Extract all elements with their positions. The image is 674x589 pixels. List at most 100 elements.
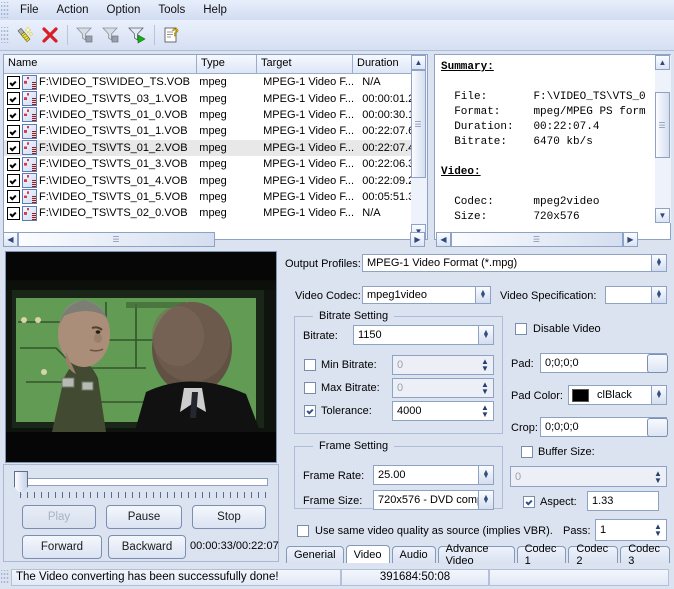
table-row[interactable]: F:\VIDEO_TS\VTS_03_1.VOB mpeg MPEG-1 Video… bbox=[4, 90, 427, 107]
frame-rate-combo[interactable]: 25.00 ▲ ▼ bbox=[373, 465, 494, 485]
menu-option[interactable]: Option bbox=[98, 2, 150, 18]
settings-tabs[interactable]: Generial Video Audio Advance Video Codec 1 Co… bbox=[286, 543, 672, 567]
column-header-name[interactable]: Name bbox=[4, 55, 197, 73]
convert-button-1[interactable] bbox=[72, 22, 98, 48]
tab-audio[interactable]: Audio bbox=[391, 546, 436, 563]
output-profiles-combo[interactable]: MPEG-1 Video Format (*.mpg) ▲ ▼ bbox=[362, 254, 667, 272]
summary-hscrollbar[interactable]: ◀ ☰ ▶ bbox=[436, 231, 671, 248]
menu-help[interactable]: Help bbox=[194, 2, 236, 18]
tab-advance-video[interactable]: Advance Video bbox=[437, 543, 515, 567]
pad-color-label: Pad Color: bbox=[511, 390, 563, 402]
summary-scroll-thumb[interactable]: ☰ bbox=[655, 92, 670, 158]
file-list-hscroll-thumb[interactable]: ☰ bbox=[18, 232, 215, 247]
min-bitrate-stepper-icon[interactable]: ▲ ▼ bbox=[477, 356, 493, 374]
tolerance-checkbox[interactable] bbox=[304, 405, 316, 417]
table-row[interactable]: F:\VIDEO_TS\VTS_02_0.VOB mpeg MPEG-1 Video… bbox=[4, 205, 427, 221]
backward-button[interactable]: Backward bbox=[108, 535, 186, 559]
bitrate-chevron-icon[interactable]: ▲ ▼ bbox=[478, 326, 493, 344]
add-files-button[interactable] bbox=[11, 22, 37, 48]
file-list-scroll-thumb[interactable]: ☰ bbox=[411, 70, 426, 178]
output-profiles-chevron-icon[interactable]: ▲ ▼ bbox=[651, 255, 666, 271]
table-row[interactable]: F:\VIDEO_TS\VTS_01_1.VOB mpeg MPEG-1 Video… bbox=[4, 123, 427, 139]
tolerance-spinner[interactable]: 4000 ▲ ▼ bbox=[392, 401, 494, 421]
table-row[interactable]: F:\VIDEO_TS\VTS_01_3.VOB mpeg MPEG-1 Video… bbox=[4, 156, 427, 172]
file-checkbox[interactable] bbox=[7, 190, 20, 204]
tab-generial[interactable]: Generial bbox=[286, 546, 344, 563]
max-bitrate-stepper-icon[interactable]: ▲ ▼ bbox=[477, 379, 493, 397]
video-codec-combo[interactable]: mpeg1video ▲ ▼ bbox=[362, 286, 491, 304]
bitrate-combo[interactable]: 1150 ▲ ▼ bbox=[353, 325, 494, 345]
file-checkbox[interactable] bbox=[7, 124, 20, 138]
file-checkbox[interactable] bbox=[7, 206, 20, 220]
stop-button[interactable]: Stop bbox=[192, 505, 266, 529]
menu-tools[interactable]: Tools bbox=[149, 2, 194, 18]
video-codec-chevron-icon[interactable]: ▲ ▼ bbox=[475, 287, 490, 303]
buffer-size-stepper-icon[interactable]: ▲ ▼ bbox=[650, 467, 666, 486]
summary-scroll-up[interactable]: ▲ bbox=[655, 55, 670, 70]
file-list-hscrollbar[interactable]: ◀ ☰ ▶ bbox=[3, 231, 428, 248]
pause-button[interactable]: Pause bbox=[106, 505, 182, 529]
summary-hscroll-right[interactable]: ▶ bbox=[623, 232, 638, 247]
table-row[interactable]: F:\VIDEO_TS\VTS_01_5.VOB mpeg MPEG-1 Video… bbox=[4, 189, 427, 205]
pass-stepper-icon[interactable]: ▲ ▼ bbox=[650, 520, 666, 540]
table-row[interactable]: F:\VIDEO_TS\VTS_01_2.VOB mpeg MPEG-1 Video… bbox=[4, 139, 427, 156]
file-list-hscroll-right[interactable]: ▶ bbox=[410, 232, 425, 247]
max-bitrate-checkbox[interactable] bbox=[304, 382, 316, 394]
toolbar-drag-grip[interactable] bbox=[1, 27, 9, 43]
tab-codec-1[interactable]: Codec 1 bbox=[516, 543, 567, 567]
file-list-hscroll-left[interactable]: ◀ bbox=[3, 232, 18, 247]
pad-color-combo[interactable]: clBlack ▲ ▼ bbox=[568, 385, 667, 405]
video-specification-chevron-icon[interactable]: ▲ ▼ bbox=[651, 287, 666, 303]
summary-hscroll-left[interactable]: ◀ bbox=[436, 232, 451, 247]
video-preview[interactable] bbox=[5, 251, 277, 463]
file-checkbox[interactable] bbox=[7, 141, 20, 155]
buffer-size-spinner[interactable]: 0 ▲ ▼ bbox=[510, 466, 667, 487]
crop-browse-button[interactable] bbox=[647, 418, 668, 437]
frame-size-chevron-icon[interactable]: ▲ ▼ bbox=[478, 491, 493, 509]
file-checkbox[interactable] bbox=[7, 108, 20, 122]
file-checkbox[interactable] bbox=[7, 92, 20, 106]
menu-drag-grip[interactable] bbox=[1, 2, 9, 18]
pad-browse-button[interactable] bbox=[647, 354, 668, 373]
table-row[interactable]: F:\VIDEO_TS\VIDEO_TS.VOB mpeg MPEG-1 Video… bbox=[4, 74, 427, 90]
tab-codec-2[interactable]: Codec 2 bbox=[568, 543, 619, 567]
buffer-size-checkbox[interactable] bbox=[521, 446, 533, 458]
summary-scroll-down[interactable]: ▼ bbox=[655, 208, 670, 223]
frame-size-combo[interactable]: 720x576 - DVD compliant ▲▼ bbox=[373, 490, 494, 510]
column-header-target[interactable]: Target bbox=[257, 55, 353, 73]
menu-action[interactable]: Action bbox=[48, 2, 98, 18]
column-header-type[interactable]: Type bbox=[197, 55, 257, 73]
aspect-field[interactable]: 1.33 bbox=[587, 491, 659, 511]
table-row[interactable]: F:\VIDEO_TS\VTS_01_0.VOB mpeg MPEG-1 Video… bbox=[4, 107, 427, 123]
video-specification-combo[interactable]: ▲ ▼ bbox=[605, 286, 667, 304]
min-bitrate-checkbox[interactable] bbox=[304, 359, 316, 371]
file-checkbox[interactable] bbox=[7, 157, 20, 171]
pad-color-chevron-icon[interactable]: ▲ ▼ bbox=[651, 386, 666, 404]
frame-rate-chevron-icon[interactable]: ▲ ▼ bbox=[478, 466, 493, 484]
tab-codec-3[interactable]: Codec 3 bbox=[620, 543, 670, 567]
tab-video[interactable]: Video bbox=[345, 545, 390, 563]
start-convert-button[interactable] bbox=[124, 22, 150, 48]
same-quality-checkbox[interactable] bbox=[297, 525, 309, 537]
file-list-vscrollbar[interactable]: ▲ ☰ ▼ bbox=[411, 55, 427, 239]
disable-video-checkbox[interactable] bbox=[515, 323, 527, 335]
file-checkbox[interactable] bbox=[7, 174, 20, 188]
remove-file-button[interactable] bbox=[37, 22, 63, 48]
aspect-checkbox[interactable] bbox=[523, 496, 535, 508]
pass-spinner[interactable]: 1 ▲ ▼ bbox=[595, 519, 667, 541]
summary-vscrollbar[interactable]: ▲ ☰ ▼ bbox=[655, 55, 671, 223]
summary-hscroll-thumb[interactable]: ☰ bbox=[451, 232, 623, 247]
help-button[interactable]: ? bbox=[159, 22, 185, 48]
file-checkbox[interactable] bbox=[7, 75, 20, 89]
table-row[interactable]: F:\VIDEO_TS\VTS_01_4.VOB mpeg MPEG-1 Video… bbox=[4, 172, 427, 189]
forward-button[interactable]: Forward bbox=[22, 535, 102, 559]
menu-file[interactable]: File bbox=[11, 2, 48, 18]
max-bitrate-spinner[interactable]: 0 ▲ ▼ bbox=[392, 378, 494, 398]
tolerance-stepper-icon[interactable]: ▲ ▼ bbox=[477, 402, 493, 420]
min-bitrate-spinner[interactable]: 0 ▲ ▼ bbox=[392, 355, 494, 375]
convert-button-2[interactable] bbox=[98, 22, 124, 48]
file-list-scroll-up[interactable]: ▲ bbox=[411, 55, 426, 70]
file-list-rows[interactable]: F:\VIDEO_TS\VIDEO_TS.VOB mpeg MPEG-1 Video… bbox=[4, 74, 427, 222]
seek-slider-track[interactable] bbox=[20, 478, 268, 486]
play-button[interactable]: Play bbox=[22, 505, 96, 529]
